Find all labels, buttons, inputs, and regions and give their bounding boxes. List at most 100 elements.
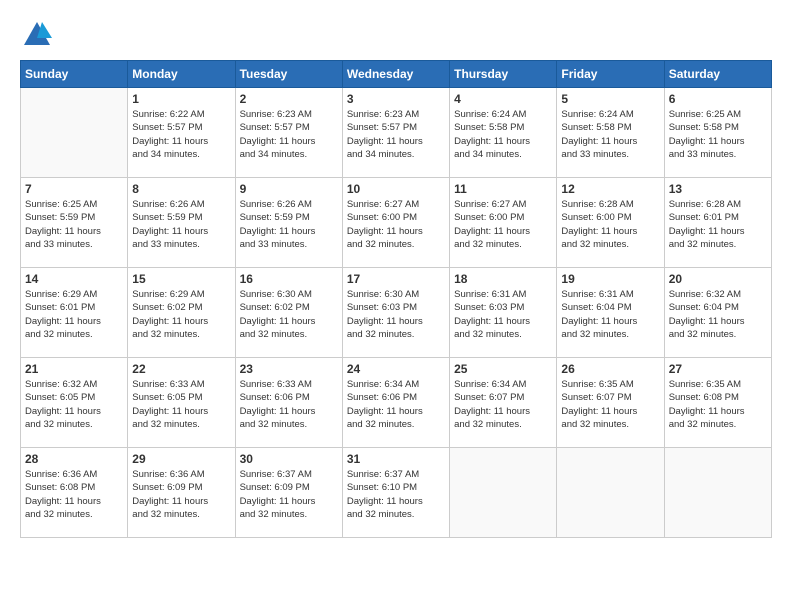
day-number: 12 [561,182,659,196]
day-number: 27 [669,362,767,376]
calendar-cell: 28 Sunrise: 6:36 AMSunset: 6:08 PMDayligh… [21,448,128,538]
calendar-cell: 12 Sunrise: 6:28 AMSunset: 6:00 PMDayligh… [557,178,664,268]
day-info: Sunrise: 6:24 AMSunset: 5:58 PMDaylight:… [561,108,659,161]
day-number: 14 [25,272,123,286]
calendar-cell: 30 Sunrise: 6:37 AMSunset: 6:09 PMDayligh… [235,448,342,538]
day-info: Sunrise: 6:25 AMSunset: 5:58 PMDaylight:… [669,108,767,161]
calendar-cell: 29 Sunrise: 6:36 AMSunset: 6:09 PMDayligh… [128,448,235,538]
calendar-cell: 8 Sunrise: 6:26 AMSunset: 5:59 PMDaylight… [128,178,235,268]
calendar-cell: 26 Sunrise: 6:35 AMSunset: 6:07 PMDayligh… [557,358,664,448]
week-row-1: 7 Sunrise: 6:25 AMSunset: 5:59 PMDaylight… [21,178,772,268]
day-info: Sunrise: 6:36 AMSunset: 6:08 PMDaylight:… [25,468,123,521]
day-info: Sunrise: 6:35 AMSunset: 6:08 PMDaylight:… [669,378,767,431]
week-row-3: 21Sunrise: 6:32 AMSunset: 6:05 PMDayligh… [21,358,772,448]
calendar-cell: 11 Sunrise: 6:27 AMSunset: 6:00 PMDayligh… [450,178,557,268]
day-number: 30 [240,452,338,466]
day-number: 9 [240,182,338,196]
calendar-cell: 5 Sunrise: 6:24 AMSunset: 5:58 PMDaylight… [557,88,664,178]
calendar-cell: 20 Sunrise: 6:32 AMSunset: 6:04 PMDayligh… [664,268,771,358]
calendar-cell: 19Sunrise: 6:31 AMSunset: 6:04 PMDayligh… [557,268,664,358]
day-info: Sunrise: 6:37 AMSunset: 6:10 PMDaylight:… [347,468,445,521]
calendar-table: SundayMondayTuesdayWednesdayThursdayFrid… [20,60,772,538]
day-info: Sunrise: 6:37 AMSunset: 6:09 PMDaylight:… [240,468,338,521]
calendar-cell: 13 Sunrise: 6:28 AMSunset: 6:01 PMDayligh… [664,178,771,268]
day-number: 13 [669,182,767,196]
day-info: Sunrise: 6:30 AMSunset: 6:03 PMDaylight:… [347,288,445,341]
week-row-0: 1 Sunrise: 6:22 AMSunset: 5:57 PMDaylight… [21,88,772,178]
day-number: 20 [669,272,767,286]
day-number: 21 [25,362,123,376]
calendar-cell [557,448,664,538]
calendar-cell: 23Sunrise: 6:33 AMSunset: 6:06 PMDayligh… [235,358,342,448]
day-number: 6 [669,92,767,106]
day-info: Sunrise: 6:27 AMSunset: 6:00 PMDaylight:… [347,198,445,251]
day-info: Sunrise: 6:27 AMSunset: 6:00 PMDaylight:… [454,198,552,251]
day-number: 18 [454,272,552,286]
day-info: Sunrise: 6:33 AMSunset: 6:06 PMDaylight:… [240,378,338,431]
calendar-cell: 14 Sunrise: 6:29 AMSunset: 6:01 PMDayligh… [21,268,128,358]
calendar-cell: 9 Sunrise: 6:26 AMSunset: 5:59 PMDaylight… [235,178,342,268]
calendar-cell: 15 Sunrise: 6:29 AMSunset: 6:02 PMDayligh… [128,268,235,358]
calendar-cell: 1 Sunrise: 6:22 AMSunset: 5:57 PMDaylight… [128,88,235,178]
calendar-cell: 18 Sunrise: 6:31 AMSunset: 6:03 PMDayligh… [450,268,557,358]
day-info: Sunrise: 6:28 AMSunset: 6:01 PMDaylight:… [669,198,767,251]
day-number: 5 [561,92,659,106]
day-info: Sunrise: 6:31 AMSunset: 6:03 PMDaylight:… [454,288,552,341]
day-number: 2 [240,92,338,106]
page-header [20,20,772,50]
day-info: Sunrise: 6:30 AMSunset: 6:02 PMDaylight:… [240,288,338,341]
day-info: Sunrise: 6:34 AMSunset: 6:06 PMDaylight:… [347,378,445,431]
day-info: Sunrise: 6:26 AMSunset: 5:59 PMDaylight:… [132,198,230,251]
day-number: 28 [25,452,123,466]
calendar-cell: 6 Sunrise: 6:25 AMSunset: 5:58 PMDaylight… [664,88,771,178]
day-number: 22 [132,362,230,376]
calendar-cell: 17 Sunrise: 6:30 AMSunset: 6:03 PMDayligh… [342,268,449,358]
day-info: Sunrise: 6:31 AMSunset: 6:04 PMDaylight:… [561,288,659,341]
day-number: 3 [347,92,445,106]
week-row-4: 28 Sunrise: 6:36 AMSunset: 6:08 PMDayligh… [21,448,772,538]
day-number: 11 [454,182,552,196]
day-number: 1 [132,92,230,106]
day-info: Sunrise: 6:22 AMSunset: 5:57 PMDaylight:… [132,108,230,161]
day-info: Sunrise: 6:23 AMSunset: 5:57 PMDaylight:… [240,108,338,161]
logo [20,20,52,50]
header-day-sunday: Sunday [21,61,128,88]
day-info: Sunrise: 6:32 AMSunset: 6:04 PMDaylight:… [669,288,767,341]
day-number: 7 [25,182,123,196]
day-info: Sunrise: 6:35 AMSunset: 6:07 PMDaylight:… [561,378,659,431]
day-info: Sunrise: 6:29 AMSunset: 6:01 PMDaylight:… [25,288,123,341]
day-number: 8 [132,182,230,196]
header-day-saturday: Saturday [664,61,771,88]
calendar-body: 1 Sunrise: 6:22 AMSunset: 5:57 PMDaylight… [21,88,772,538]
day-info: Sunrise: 6:29 AMSunset: 6:02 PMDaylight:… [132,288,230,341]
day-info: Sunrise: 6:26 AMSunset: 5:59 PMDaylight:… [240,198,338,251]
day-info: Sunrise: 6:34 AMSunset: 6:07 PMDaylight:… [454,378,552,431]
day-info: Sunrise: 6:23 AMSunset: 5:57 PMDaylight:… [347,108,445,161]
day-number: 26 [561,362,659,376]
calendar-cell: 3 Sunrise: 6:23 AMSunset: 5:57 PMDaylight… [342,88,449,178]
calendar-cell [21,88,128,178]
calendar-cell [664,448,771,538]
calendar-cell: 10Sunrise: 6:27 AMSunset: 6:00 PMDayligh… [342,178,449,268]
calendar-cell: 4Sunrise: 6:24 AMSunset: 5:58 PMDaylight… [450,88,557,178]
day-number: 16 [240,272,338,286]
day-info: Sunrise: 6:25 AMSunset: 5:59 PMDaylight:… [25,198,123,251]
calendar-cell: 25Sunrise: 6:34 AMSunset: 6:07 PMDayligh… [450,358,557,448]
day-info: Sunrise: 6:36 AMSunset: 6:09 PMDaylight:… [132,468,230,521]
calendar-cell: 24Sunrise: 6:34 AMSunset: 6:06 PMDayligh… [342,358,449,448]
header-day-wednesday: Wednesday [342,61,449,88]
header-day-friday: Friday [557,61,664,88]
calendar-header: SundayMondayTuesdayWednesdayThursdayFrid… [21,61,772,88]
day-number: 29 [132,452,230,466]
day-number: 15 [132,272,230,286]
calendar-cell: 16 Sunrise: 6:30 AMSunset: 6:02 PMDayligh… [235,268,342,358]
calendar-cell: 7 Sunrise: 6:25 AMSunset: 5:59 PMDaylight… [21,178,128,268]
header-row: SundayMondayTuesdayWednesdayThursdayFrid… [21,61,772,88]
calendar-cell: 21Sunrise: 6:32 AMSunset: 6:05 PMDayligh… [21,358,128,448]
day-info: Sunrise: 6:28 AMSunset: 6:00 PMDaylight:… [561,198,659,251]
header-day-monday: Monday [128,61,235,88]
calendar-cell [450,448,557,538]
day-number: 17 [347,272,445,286]
calendar-cell: 22 Sunrise: 6:33 AMSunset: 6:05 PMDayligh… [128,358,235,448]
day-info: Sunrise: 6:33 AMSunset: 6:05 PMDaylight:… [132,378,230,431]
